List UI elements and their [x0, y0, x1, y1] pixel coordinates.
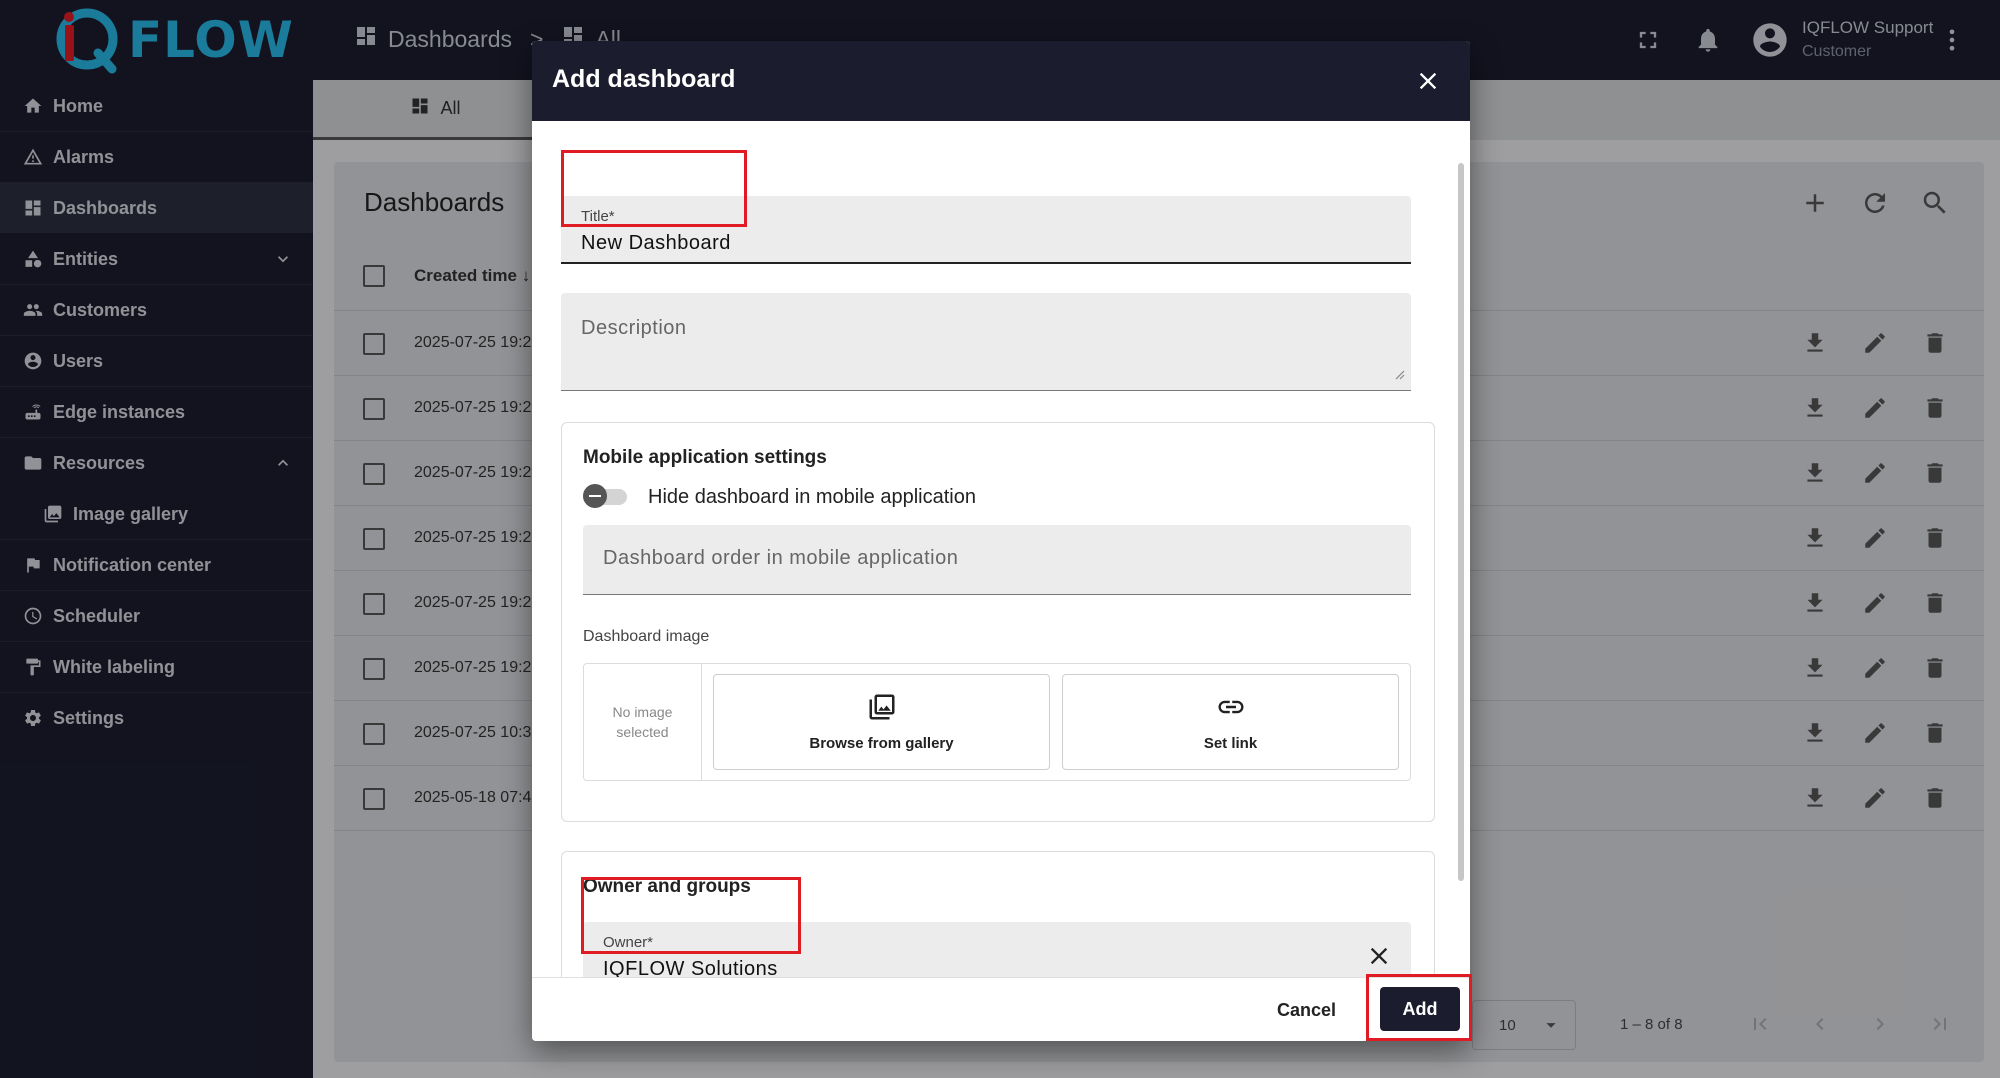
description-field[interactable]: Description	[561, 293, 1411, 391]
title-field-value: New Dashboard	[581, 232, 731, 254]
title-field[interactable]: Title* New Dashboard	[561, 196, 1411, 264]
hide-dashboard-label: Hide dashboard in mobile application	[648, 486, 976, 508]
dialog-header: Add dashboard	[532, 41, 1470, 121]
dialog-title: Add dashboard	[552, 65, 736, 93]
section-title: Owner and groups	[583, 876, 751, 897]
browse-gallery-button[interactable]: Browse from gallery	[713, 674, 1050, 770]
clear-owner-icon[interactable]	[1365, 942, 1393, 975]
close-icon[interactable]	[1414, 67, 1442, 95]
add-dashboard-dialog: Add dashboard Title* New Dashboard Descr…	[532, 41, 1470, 1041]
order-placeholder: Dashboard order in mobile application	[603, 547, 959, 569]
image-gallery-icon	[867, 692, 897, 727]
cancel-button[interactable]: Cancel	[1277, 992, 1336, 1028]
link-icon	[1216, 692, 1246, 727]
dashboard-image-label: Dashboard image	[583, 628, 710, 645]
scrollbar[interactable]	[1458, 163, 1464, 881]
set-link-label: Set link	[1203, 735, 1258, 752]
toggle-knob	[583, 484, 607, 508]
section-title: Mobile application settings	[583, 447, 827, 468]
hide-dashboard-toggle[interactable]	[583, 484, 627, 508]
owner-field-label: Owner*	[603, 934, 654, 951]
description-placeholder: Description	[581, 317, 687, 339]
dashboard-image-picker: No image selected Browse from gallery Set…	[583, 663, 1411, 781]
dashboard-order-input[interactable]: Dashboard order in mobile application	[583, 525, 1411, 595]
add-button[interactable]: Add	[1380, 987, 1460, 1031]
mobile-settings-section: Mobile application settings Hide dashboa…	[561, 422, 1435, 822]
dialog-body: Title* New Dashboard Description Mobile …	[532, 121, 1470, 1041]
field-underline	[583, 594, 1411, 595]
no-image-placeholder: No image selected	[584, 664, 702, 780]
browse-gallery-label: Browse from gallery	[809, 735, 954, 752]
field-underline	[561, 390, 1411, 391]
dialog-footer: Cancel Add	[532, 977, 1470, 1041]
set-link-button[interactable]: Set link	[1062, 674, 1399, 770]
title-field-label: Title*	[581, 208, 615, 225]
resize-handle-icon[interactable]	[1393, 367, 1405, 385]
field-underline	[561, 262, 1411, 264]
